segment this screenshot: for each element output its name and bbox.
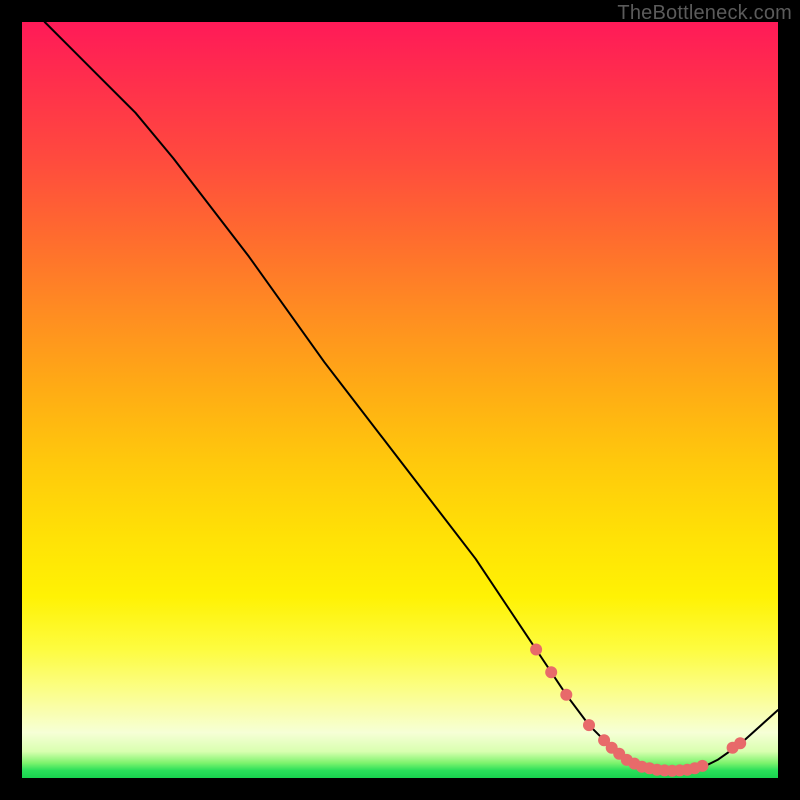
watermark-text: TheBottleneck.com (617, 2, 792, 25)
highlight-dots-group (530, 644, 746, 777)
curve-line (45, 22, 778, 771)
highlight-dot (530, 644, 542, 656)
highlight-dot (734, 737, 746, 749)
gradient-panel (22, 22, 778, 778)
highlight-dot (560, 689, 572, 701)
stage: TheBottleneck.com (0, 0, 800, 800)
highlight-dot (583, 719, 595, 731)
highlight-dot (545, 666, 557, 678)
chart-svg (22, 22, 778, 778)
highlight-dot (696, 760, 708, 772)
